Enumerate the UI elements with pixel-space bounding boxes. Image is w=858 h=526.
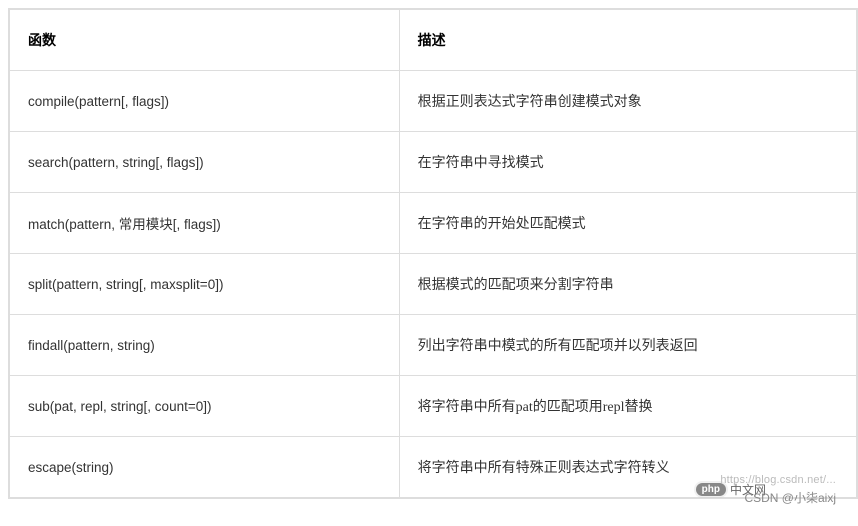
- fn-cell: split(pattern, string[, maxsplit=0]): [10, 254, 400, 315]
- desc-cell: 列出字符串中模式的所有匹配项并以列表返回: [399, 315, 856, 376]
- header-description: 描述: [399, 10, 856, 71]
- table-row: split(pattern, string[, maxsplit=0]) 根据模…: [10, 254, 857, 315]
- header-function: 函数: [10, 10, 400, 71]
- table-row: match(pattern, 常用模块[, flags]) 在字符串的开始处匹配…: [10, 193, 857, 254]
- table-wrapper: 函数 描述 compile(pattern[, flags]) 根据正则表达式字…: [8, 8, 858, 499]
- fn-cell: escape(string): [10, 437, 400, 498]
- fn-cell: findall(pattern, string): [10, 315, 400, 376]
- fn-cell: sub(pat, repl, string[, count=0]): [10, 376, 400, 437]
- table-row: findall(pattern, string) 列出字符串中模式的所有匹配项并…: [10, 315, 857, 376]
- desc-cell: 在字符串中寻找模式: [399, 132, 856, 193]
- table-header-row: 函数 描述: [10, 10, 857, 71]
- php-pill: php: [696, 483, 726, 496]
- fn-cell: compile(pattern[, flags]): [10, 71, 400, 132]
- table-row: compile(pattern[, flags]) 根据正则表达式字符串创建模式…: [10, 71, 857, 132]
- table-row: sub(pat, repl, string[, count=0]) 将字符串中所…: [10, 376, 857, 437]
- desc-cell: 根据模式的匹配项来分割字符串: [399, 254, 856, 315]
- table-row: search(pattern, string[, flags]) 在字符串中寻找…: [10, 132, 857, 193]
- desc-cell: 根据正则表达式字符串创建模式对象: [399, 71, 856, 132]
- desc-cell: 将字符串中所有pat的匹配项用repl替换: [399, 376, 856, 437]
- page-container: 函数 描述 compile(pattern[, flags]) 根据正则表达式字…: [4, 8, 858, 522]
- fn-cell: search(pattern, string[, flags]): [10, 132, 400, 193]
- fn-cell: match(pattern, 常用模块[, flags]): [10, 193, 400, 254]
- credit-text: CSDN @小柒aixj: [744, 489, 836, 506]
- functions-table: 函数 描述 compile(pattern[, flags]) 根据正则表达式字…: [9, 9, 857, 498]
- desc-cell: 在字符串的开始处匹配模式: [399, 193, 856, 254]
